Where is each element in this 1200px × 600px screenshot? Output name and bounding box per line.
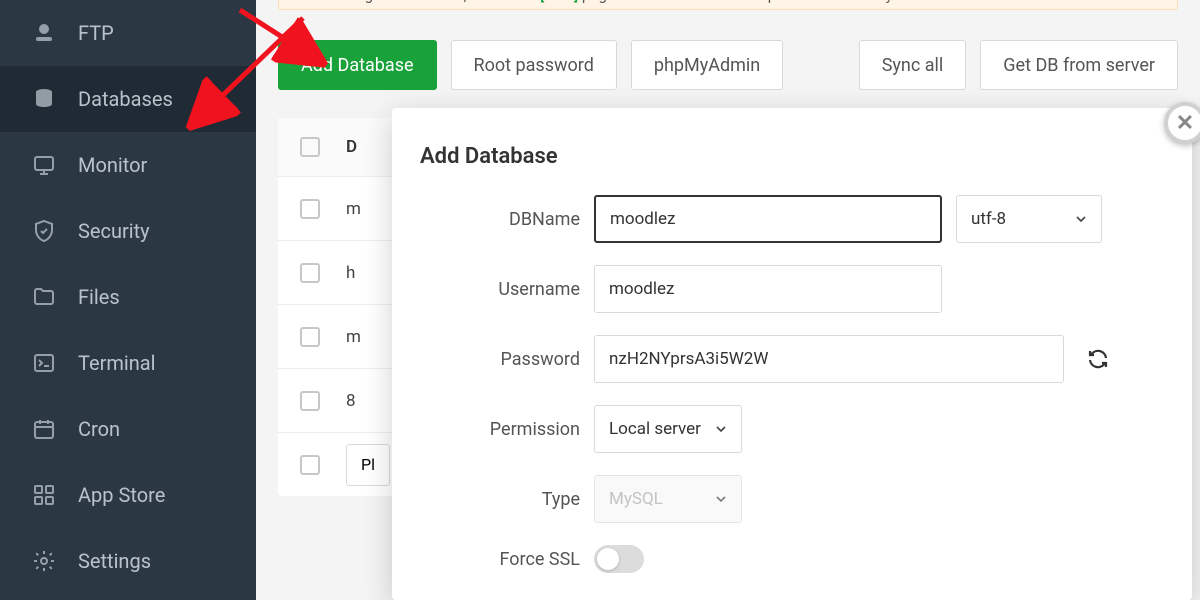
add-database-modal: ✕ Add Database DBName utf-8 Username Pas… [392,108,1192,600]
sidebar-item-settings[interactable]: Settings [0,528,256,594]
sidebar-item-ftp[interactable]: FTP [0,0,256,66]
permission-label: Permission [420,419,580,440]
calendar-icon [32,417,56,441]
password-label: Password [420,349,580,370]
column-header: D [346,137,386,157]
sidebar-item-monitor[interactable]: Monitor [0,132,256,198]
row-checkbox[interactable] [300,199,320,219]
phpmyadmin-button[interactable]: phpMyAdmin [631,40,783,90]
sync-all-button[interactable]: Sync all [859,40,967,90]
select-all-checkbox[interactable] [300,137,320,157]
sidebar-item-label: Terminal [78,351,156,375]
cell-dbname: m [346,327,386,347]
sidebar-item-label: Cron [78,417,120,441]
row-checkbox[interactable] [300,263,320,283]
sidebar-item-label: Files [78,285,120,309]
force-ssl-toggle[interactable] [594,545,644,573]
encoding-select[interactable]: utf-8 [956,195,1102,243]
dbname-label: DBName [420,209,580,230]
force-ssl-label: Force SSL [420,549,580,570]
type-select[interactable]: MySQL [594,475,742,523]
modal-title: Add Database [392,108,1192,195]
sidebar-item-label: Databases [78,87,173,111]
get-db-button[interactable]: Get DB from server [980,40,1178,90]
cell-dbname: h [346,263,386,283]
monitor-icon [32,153,56,177]
modal-close-button[interactable]: ✕ [1164,102,1200,144]
footer-button[interactable]: Pl [346,444,390,486]
toolbar: Add Database Root password phpMyAdmin Sy… [256,10,1200,118]
username-label: Username [420,279,580,300]
notice-text: After adding the database, be sure to [c… [291,0,989,4]
close-icon: ✕ [1176,111,1194,136]
gear-icon [32,549,56,573]
refresh-icon [1086,347,1110,371]
regenerate-password-button[interactable] [1078,339,1118,379]
password-input[interactable] [594,335,1064,383]
type-label: Type [420,489,580,510]
apps-icon [32,483,56,507]
sidebar-item-appstore[interactable]: App Store [0,462,256,528]
row-checkbox[interactable] [300,327,320,347]
sidebar-item-label: Monitor [78,153,147,177]
permission-select[interactable]: Local server [594,405,742,453]
sidebar-item-label: Security [78,219,150,243]
sidebar-item-files[interactable]: Files [0,264,256,330]
sidebar-item-label: FTP [78,21,114,45]
sidebar-item-terminal[interactable]: Terminal [0,330,256,396]
folder-icon [32,285,56,309]
sidebar-item-security[interactable]: Security [0,198,256,264]
sidebar-item-label: App Store [78,483,165,507]
cell-dbname: m [346,199,386,219]
dbname-input[interactable] [594,195,942,243]
sidebar-item-databases[interactable]: Databases [0,66,256,132]
terminal-icon [32,351,56,375]
sidebar-item-label: Settings [78,549,151,573]
sidebar: FTP Databases Monitor Security Files Ter… [0,0,256,600]
username-input[interactable] [594,265,942,313]
add-database-button[interactable]: Add Database [278,40,437,90]
shield-icon [32,219,56,243]
cell-dbname: 8 [346,391,386,411]
notice-banner: After adding the database, be sure to [c… [278,0,1178,10]
database-icon [32,87,56,111]
notice-link[interactable]: [cron] [540,0,578,4]
root-password-button[interactable]: Root password [451,40,617,90]
footer-checkbox[interactable] [300,455,320,475]
ftp-icon [32,21,56,45]
row-checkbox[interactable] [300,391,320,411]
sidebar-item-cron[interactable]: Cron [0,396,256,462]
